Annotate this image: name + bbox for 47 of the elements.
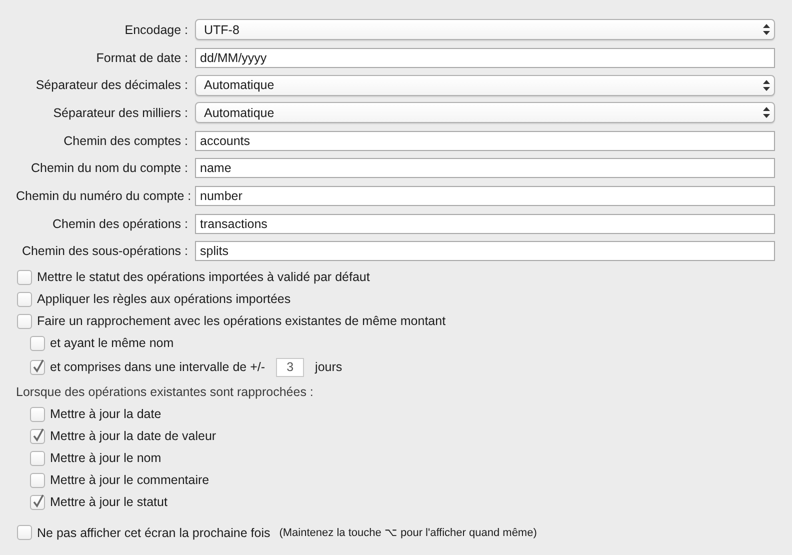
- text-field[interactable]: transactions: [195, 214, 775, 234]
- checkbox-label: Faire un rapprochement avec les opérations existantes de même montant: [37, 314, 446, 328]
- checkbox-label: Ne pas afficher cet écran la prochaine fois: [37, 526, 270, 540]
- dropdown[interactable]: Automatique: [195, 74, 775, 96]
- field-label: Chemin du numéro du compte :: [16, 188, 192, 203]
- field-label: Encodage :: [124, 22, 189, 37]
- field-label: Séparateur des décimales :: [34, 78, 189, 92]
- checkbox-label: et ayant le même nom: [50, 336, 174, 350]
- checkbox-label: Mettre à jour le nom: [50, 451, 162, 466]
- checkbox-label: et comprises dans une intervalle de +/-: [50, 360, 266, 374]
- unit-label: jours: [315, 360, 342, 374]
- checkbox[interactable]: [17, 292, 32, 307]
- dropdown[interactable]: Automatique: [195, 102, 775, 124]
- field-label: Chemin des comptes :: [62, 134, 189, 148]
- field-label: Chemin des opérations :: [52, 216, 189, 231]
- checkbox[interactable]: [17, 314, 32, 329]
- checkbox[interactable]: [30, 406, 45, 422]
- field-label: Format de date :: [95, 50, 189, 65]
- checkbox[interactable]: [30, 360, 45, 375]
- field-label: Séparateur des milliers :: [52, 106, 189, 120]
- text-field[interactable]: accounts: [195, 130, 775, 151]
- text-field[interactable]: splits: [195, 241, 775, 262]
- stepper-arrows-icon: [763, 107, 770, 118]
- text-field[interactable]: number: [195, 186, 775, 206]
- checkbox[interactable]: [17, 270, 32, 285]
- checkbox[interactable]: [17, 525, 32, 540]
- checkbox-label: Appliquer les règles aux opérations importées: [37, 292, 291, 306]
- checkbox[interactable]: [30, 336, 45, 351]
- stepper-arrows-icon: [763, 24, 770, 36]
- checkbox[interactable]: [30, 428, 45, 444]
- checkbox-label: Mettre à jour la date de valeur: [50, 429, 216, 444]
- checkbox-label: Mettre le statut des opérations importées à validé par défaut: [37, 270, 370, 284]
- field-label: Chemin du nom du compte :: [30, 161, 189, 176]
- section-heading: Lorsque des opérations existantes sont rapprochées :: [16, 384, 314, 399]
- text-field[interactable]: name: [195, 158, 775, 178]
- checkbox-label: Mettre à jour le statut: [50, 495, 168, 510]
- hint-text: (Maintenez la touche ⌥ pour l'afficher quand même): [279, 526, 537, 540]
- checkbox-label: Mettre à jour la date: [50, 407, 162, 422]
- interval-field[interactable]: 3: [276, 358, 304, 377]
- checkbox[interactable]: [30, 450, 45, 466]
- text-field[interactable]: dd/MM/yyyy: [195, 48, 775, 68]
- field-label: Chemin des sous-opérations :: [20, 244, 189, 258]
- checkbox[interactable]: [30, 494, 45, 510]
- stepper-arrows-icon: [763, 80, 770, 91]
- checkbox[interactable]: [30, 472, 45, 488]
- dropdown[interactable]: UTF-8: [195, 19, 775, 40]
- checkbox-label: Mettre à jour le commentaire: [50, 473, 210, 488]
